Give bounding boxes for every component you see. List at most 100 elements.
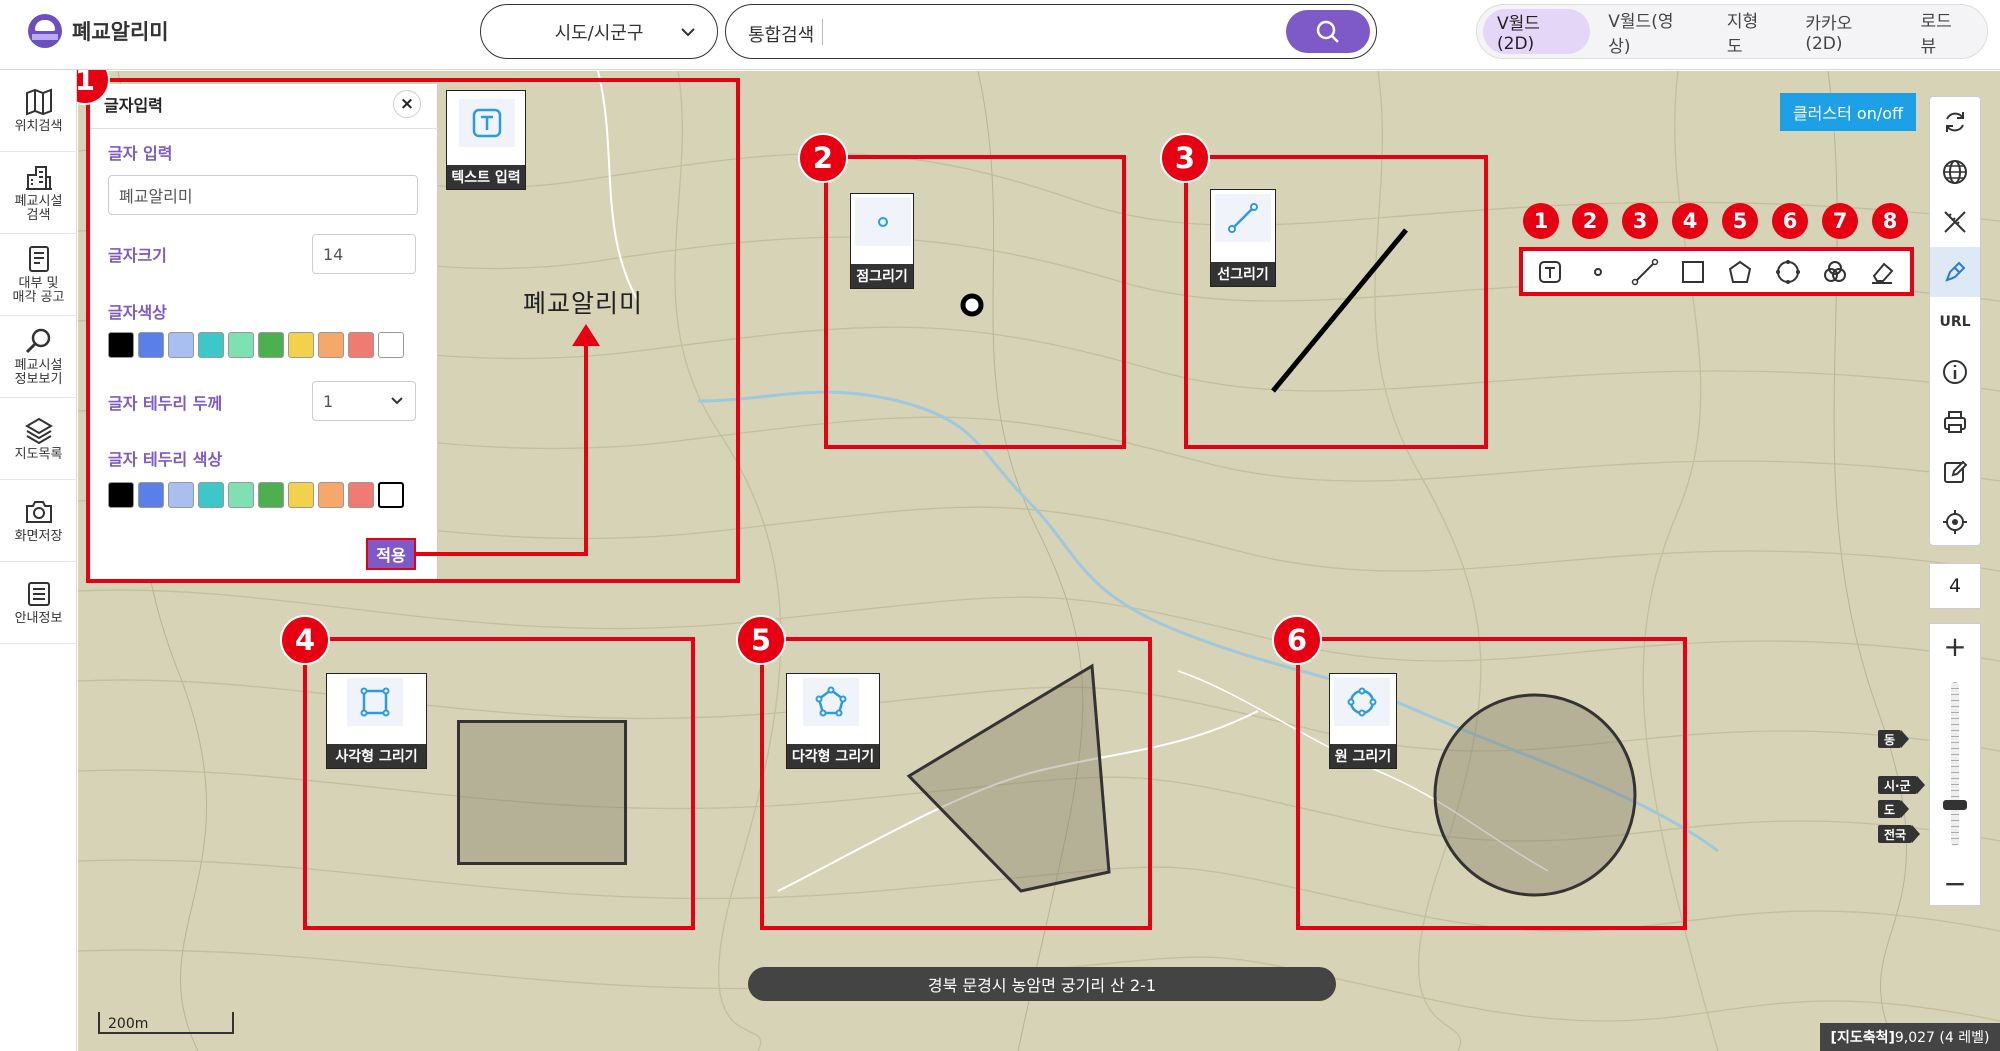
text-tool-icon <box>459 99 515 147</box>
polygon-draw-tool[interactable] <box>1720 254 1760 290</box>
thumb-label: 점그리기 <box>851 264 913 288</box>
eraser-draw-tool[interactable] <box>1862 254 1902 290</box>
drawn-line <box>1271 228 1408 393</box>
tab-vworld-satellite[interactable]: V월드(영상) <box>1594 9 1709 57</box>
point-draw-tool[interactable] <box>1578 254 1618 290</box>
circle-tool-thumbnail: 원 그리기 <box>1329 673 1397 769</box>
draw-tools-button[interactable] <box>1930 247 1980 297</box>
polygon-tool-thumbnail: 다각형 그리기 <box>786 673 880 769</box>
annotation-arrow-vertical <box>584 340 588 556</box>
sidebar-item-label: 대부 및 매각 공고 <box>12 275 65 305</box>
thumb-label: 사각형 그리기 <box>327 744 426 768</box>
print-icon <box>1944 411 1966 433</box>
my-location-button[interactable] <box>1930 497 1980 547</box>
cluster-toggle-button[interactable]: 클러스터 on/off <box>1780 93 1916 131</box>
logo[interactable]: 폐교알리미 <box>28 13 169 49</box>
info-icon <box>1943 360 1967 384</box>
crosshair-icon <box>1943 510 1967 534</box>
sidebar-item-facility-search[interactable]: 폐교시설 검색 <box>0 152 77 234</box>
circle-draw-tool[interactable] <box>1768 254 1808 290</box>
camera-icon <box>25 500 52 523</box>
chevron-down-icon <box>681 28 695 37</box>
logo-school-icon <box>28 14 62 48</box>
line-draw-tool[interactable] <box>1625 254 1665 290</box>
zoom-out-button[interactable]: − <box>1930 861 1980 905</box>
tab-kakao-2d[interactable]: 카카오(2D) <box>1791 9 1902 54</box>
toolbar-badge-6: 6 <box>1772 203 1808 239</box>
scale-tag-do[interactable]: 도 <box>1878 800 1910 818</box>
toolbar-badge-8: 8 <box>1872 203 1908 239</box>
sidebar-item-label: 폐교시설 정보보기 <box>14 357 63 387</box>
point-tool-icon <box>855 198 911 246</box>
zoom-in-button[interactable]: + <box>1930 624 1980 668</box>
drawn-circle <box>1433 693 1637 897</box>
globe-icon <box>1943 160 1967 184</box>
rectangle-draw-tool[interactable] <box>1673 254 1713 290</box>
scale-tag-nation[interactable]: 전국 <box>1878 825 1921 843</box>
memo-button[interactable] <box>1930 447 1980 497</box>
polygon-tool-icon <box>803 678 859 726</box>
scale-tag-dong[interactable]: 동 <box>1878 730 1910 748</box>
annotation-badge-2: 2 <box>798 133 848 183</box>
region-select-label: 시도/시군구 <box>554 22 644 44</box>
sidebar-item-lease-notice[interactable]: 대부 및 매각 공고 <box>0 234 77 316</box>
measure-tools-button[interactable] <box>1930 197 1980 247</box>
top-header: 폐교알리미 시도/시군구 통합검색 V월드(2D) V월드(영상) 지형도 카카… <box>0 0 2000 70</box>
print-button[interactable] <box>1930 397 1980 447</box>
annotation-arrow-horizontal <box>414 552 588 556</box>
sidebar-item-label: 지도목록 <box>14 446 63 462</box>
logo-text: 폐교알리미 <box>72 20 169 44</box>
line-tool-icon <box>1215 194 1271 242</box>
toolbar-badge-4: 4 <box>1672 203 1708 239</box>
map-icon <box>25 88 52 115</box>
zoom-control: + − <box>1929 623 1981 906</box>
sidebar-item-map-list[interactable]: 지도목록 <box>0 398 77 480</box>
thumb-label: 원 그리기 <box>1330 744 1396 768</box>
edit-icon <box>1944 460 1968 483</box>
thumb-label: 텍스트 입력 <box>447 165 525 189</box>
text-draw-tool[interactable] <box>1531 254 1571 290</box>
zoom-slider-handle[interactable] <box>1943 800 1967 810</box>
line-tool-thumbnail: 선그리기 <box>1210 189 1276 287</box>
toolbar-badge-1: 1 <box>1523 203 1559 239</box>
ruler-pencil-icon <box>1944 211 1966 233</box>
right-toolbar: URL <box>1929 96 1981 546</box>
search-button[interactable] <box>1286 10 1370 53</box>
search-label: 통합검색 <box>748 25 815 46</box>
globe-button[interactable] <box>1930 147 1980 197</box>
region-select[interactable]: 시도/시군구 <box>480 4 718 59</box>
info-list-icon <box>27 581 50 606</box>
tab-topographic[interactable]: 지형도 <box>1713 9 1787 57</box>
search-divider <box>822 19 823 45</box>
draw-toolbar <box>1519 247 1914 296</box>
drawn-point <box>960 293 984 317</box>
url-button[interactable]: URL <box>1930 297 1980 347</box>
sidebar-item-location-search[interactable]: 위치검색 <box>0 70 77 152</box>
magnifier-icon <box>25 328 50 353</box>
annotation-badge-3: 3 <box>1160 133 1210 183</box>
scale-tag-sigun[interactable]: 시·군 <box>1878 776 1925 794</box>
annotation-badge-4: 4 <box>280 615 330 665</box>
refresh-icon <box>1946 112 1964 132</box>
tab-roadview[interactable]: 로드뷰 <box>1907 9 1981 57</box>
eraser-icon <box>1872 262 1894 284</box>
rectangle-icon <box>1681 260 1704 283</box>
zoom-slider-track[interactable] <box>1951 682 1959 846</box>
drawn-rectangle <box>457 720 627 865</box>
info-button[interactable] <box>1930 347 1980 397</box>
map-scale-label: [지도축척] <box>1830 1030 1895 1046</box>
circle-tool-icon <box>1334 678 1390 726</box>
sidebar-item-label: 화면저장 <box>14 528 63 544</box>
refresh-button[interactable] <box>1930 97 1980 147</box>
sidebar-item-facility-info[interactable]: 폐교시설 정보보기 <box>0 316 77 398</box>
zoom-level-display: 4 <box>1929 563 1981 609</box>
text-box-icon <box>1538 260 1561 283</box>
layers-icon <box>24 417 53 444</box>
tab-vworld-2d[interactable]: V월드(2D) <box>1483 9 1591 54</box>
overlap-draw-tool[interactable] <box>1815 254 1855 290</box>
search-input[interactable] <box>830 15 1250 49</box>
sidebar-item-screen-save[interactable]: 화면저장 <box>0 480 77 562</box>
point-icon <box>1594 267 1603 276</box>
sidebar-item-guide-info[interactable]: 안내정보 <box>0 562 77 644</box>
overlap-circles-icon <box>1823 260 1846 282</box>
